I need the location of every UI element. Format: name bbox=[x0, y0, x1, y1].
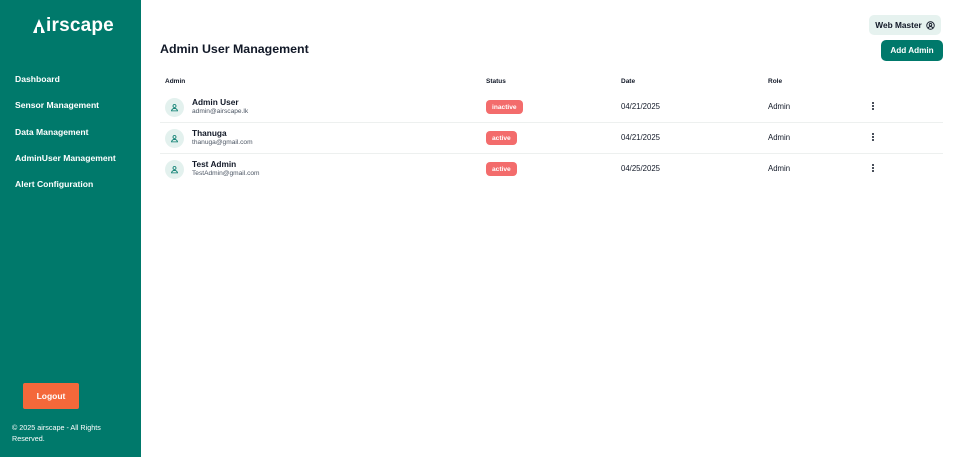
column-header-role: Role bbox=[768, 78, 783, 85]
airscape-logo[interactable]: irscape bbox=[33, 15, 114, 37]
sidebar-item-alert-configuration[interactable]: Alert Configuration bbox=[15, 171, 116, 197]
table-row: Thanuga thanuga@gmail.com active 04/21/2… bbox=[160, 123, 943, 154]
avatar bbox=[165, 98, 184, 117]
logo-text: irscape bbox=[46, 15, 114, 36]
avatar bbox=[165, 129, 184, 148]
admin-email: admin@airscape.lk bbox=[192, 108, 249, 115]
user-icon bbox=[170, 104, 179, 112]
admin-name: Test Admin bbox=[192, 159, 237, 169]
admin-name: Thanuga bbox=[192, 128, 227, 138]
add-admin-button[interactable]: Add Admin bbox=[881, 40, 943, 61]
column-header-date: Date bbox=[621, 78, 636, 85]
more-options-icon[interactable] bbox=[868, 161, 878, 175]
column-header-admin: Admin bbox=[165, 78, 186, 85]
user-menu-button[interactable]: Web Master bbox=[869, 15, 941, 35]
copyright-text: © 2025 airscape - All Rights Reserved. bbox=[12, 423, 101, 443]
logout-button[interactable]: Logout bbox=[23, 383, 79, 409]
sidebar-item-adminuser-management[interactable]: AdminUser Management bbox=[15, 145, 116, 171]
status-badge: active bbox=[486, 131, 517, 145]
role-cell: Admin bbox=[768, 164, 791, 173]
user-icon bbox=[170, 135, 179, 143]
more-options-icon[interactable] bbox=[868, 130, 878, 144]
admin-email: TestAdmin@gmail.com bbox=[192, 170, 260, 177]
role-cell: Admin bbox=[768, 102, 791, 111]
page-title: Admin User Management bbox=[160, 42, 309, 56]
table-header: Admin Status Date Role bbox=[0, 78, 964, 88]
avatar bbox=[165, 160, 184, 179]
user-name-label: Web Master bbox=[875, 20, 922, 30]
date-cell: 04/25/2025 bbox=[621, 164, 661, 173]
table-row: Admin User admin@airscape.lk inactive 04… bbox=[160, 92, 943, 123]
admin-email: thanuga@gmail.com bbox=[192, 139, 253, 146]
sidebar: irscape Dashboard Sensor Management Data… bbox=[0, 0, 141, 457]
role-cell: Admin bbox=[768, 133, 791, 142]
sidebar-item-data-management[interactable]: Data Management bbox=[15, 119, 116, 145]
date-cell: 04/21/2025 bbox=[621, 102, 661, 111]
logo-a-mark-icon bbox=[33, 18, 45, 34]
more-options-icon[interactable] bbox=[868, 99, 878, 113]
sidebar-item-sensor-management[interactable]: Sensor Management bbox=[15, 92, 116, 118]
admin-name: Admin User bbox=[192, 97, 239, 107]
status-badge: inactive bbox=[486, 100, 523, 114]
status-badge: active bbox=[486, 162, 517, 176]
table-row: Test Admin TestAdmin@gmail.com active 04… bbox=[160, 154, 943, 185]
user-circle-icon bbox=[926, 20, 935, 30]
column-header-status: Status bbox=[486, 78, 506, 85]
user-icon bbox=[170, 166, 179, 174]
date-cell: 04/21/2025 bbox=[621, 133, 661, 142]
